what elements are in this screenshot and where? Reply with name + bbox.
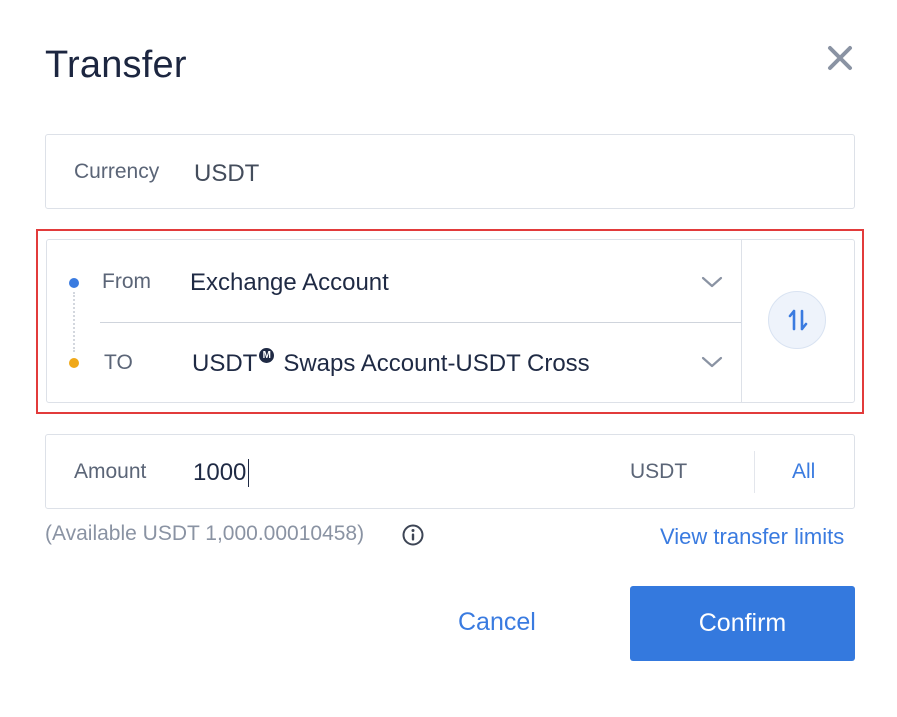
to-dot xyxy=(69,358,79,368)
confirm-button[interactable]: Confirm xyxy=(630,586,855,661)
amount-label: Amount xyxy=(74,460,147,483)
cancel-button[interactable]: Cancel xyxy=(458,608,536,637)
to-account-name: Swaps Account-USDT Cross xyxy=(283,350,590,377)
currency-label: Currency xyxy=(74,160,160,183)
dialog-title: Transfer xyxy=(45,44,187,86)
text-caret xyxy=(248,459,249,487)
from-label: From xyxy=(102,270,151,293)
chevron-down-icon[interactable] xyxy=(700,274,724,290)
view-transfer-limits-link[interactable]: View transfer limits xyxy=(660,524,844,550)
currency-value: USDT xyxy=(194,160,260,187)
to-prefix: USDT xyxy=(192,350,258,377)
close-icon[interactable] xyxy=(822,40,858,76)
swap-button[interactable] xyxy=(768,291,826,349)
swap-arrows-icon xyxy=(788,309,808,331)
currency-field[interactable]: Currency USDT xyxy=(45,134,855,209)
to-label: TO xyxy=(104,351,133,374)
to-account-select[interactable]: USDT M Swaps Account-USDT Cross xyxy=(192,348,590,378)
info-icon[interactable] xyxy=(401,523,425,547)
available-balance: (Available USDT 1,000.00010458) xyxy=(45,522,365,545)
amount-input[interactable] xyxy=(193,457,613,489)
connector-line xyxy=(73,292,75,352)
from-account-select[interactable]: Exchange Account xyxy=(190,269,389,297)
account-selector: From Exchange Account TO USDT M Swaps Acco… xyxy=(46,239,855,403)
chevron-down-icon[interactable] xyxy=(700,354,724,370)
from-to-divider xyxy=(100,322,742,323)
m-badge-icon: M xyxy=(259,348,275,363)
amount-separator xyxy=(754,451,755,493)
from-dot xyxy=(69,278,79,288)
all-button[interactable]: All xyxy=(792,460,815,484)
amount-field: Amount USDT All xyxy=(45,434,855,509)
swap-divider xyxy=(741,240,742,402)
amount-unit: USDT xyxy=(630,460,688,483)
